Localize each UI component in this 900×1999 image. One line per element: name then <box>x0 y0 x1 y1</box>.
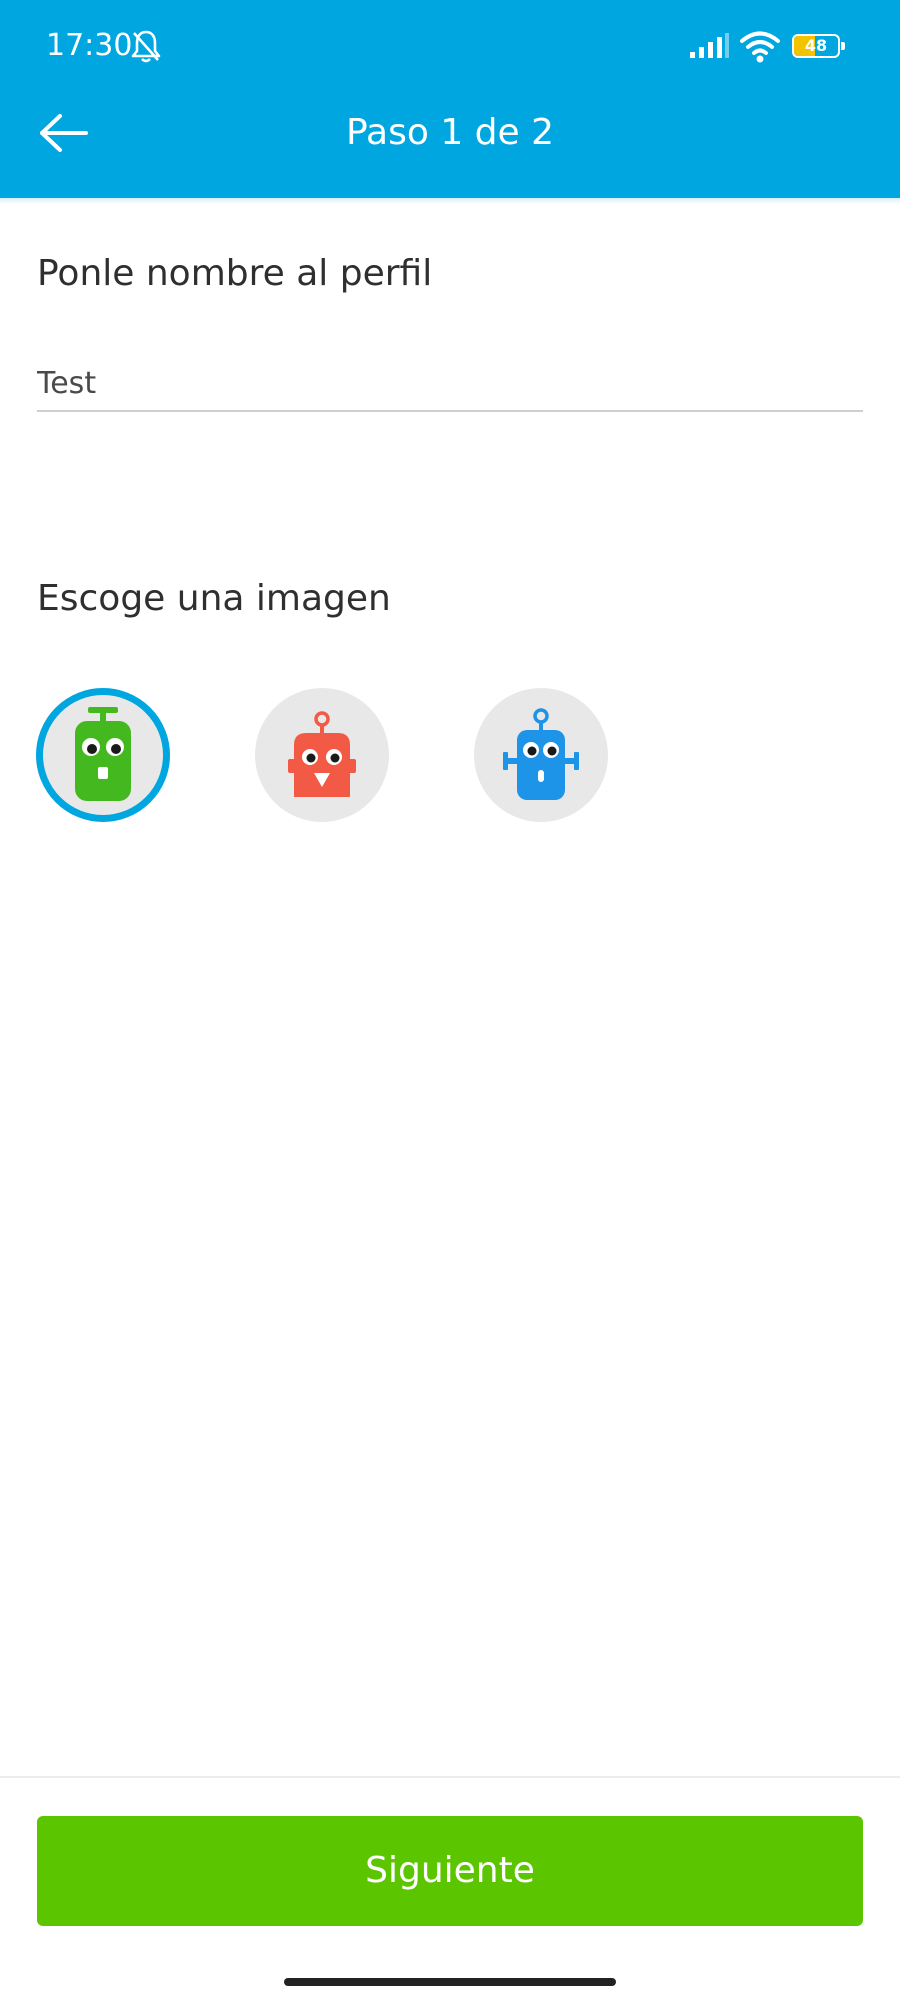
green-robot-icon <box>75 707 131 801</box>
green-robot-avatar[interactable] <box>36 688 170 822</box>
battery-level: 48 <box>804 36 828 55</box>
blue-robot-icon <box>503 708 579 800</box>
signal-icon <box>690 33 729 58</box>
page-title: Paso 1 de 2 <box>345 112 555 153</box>
header-shadow <box>0 198 900 204</box>
profile-name-input[interactable] <box>37 356 863 412</box>
red-robot-avatar[interactable] <box>255 688 389 822</box>
next-button[interactable]: Siguiente <box>37 1816 863 1926</box>
home-indicator[interactable] <box>284 1978 616 1986</box>
red-robot-icon <box>288 711 356 797</box>
footer-divider <box>0 1776 900 1778</box>
image-picker-heading: Escoge una imagen <box>37 578 391 619</box>
app-header: 17:30 48 Paso 1 de 2 <box>0 0 900 198</box>
blue-robot-avatar[interactable] <box>474 688 608 822</box>
status-time: 17:30 <box>46 28 133 63</box>
battery-icon: 48 <box>792 34 846 58</box>
profile-name-heading: Ponle nombre al perfil <box>37 253 433 294</box>
bell-off-icon <box>131 30 161 63</box>
wifi-icon <box>740 31 780 63</box>
